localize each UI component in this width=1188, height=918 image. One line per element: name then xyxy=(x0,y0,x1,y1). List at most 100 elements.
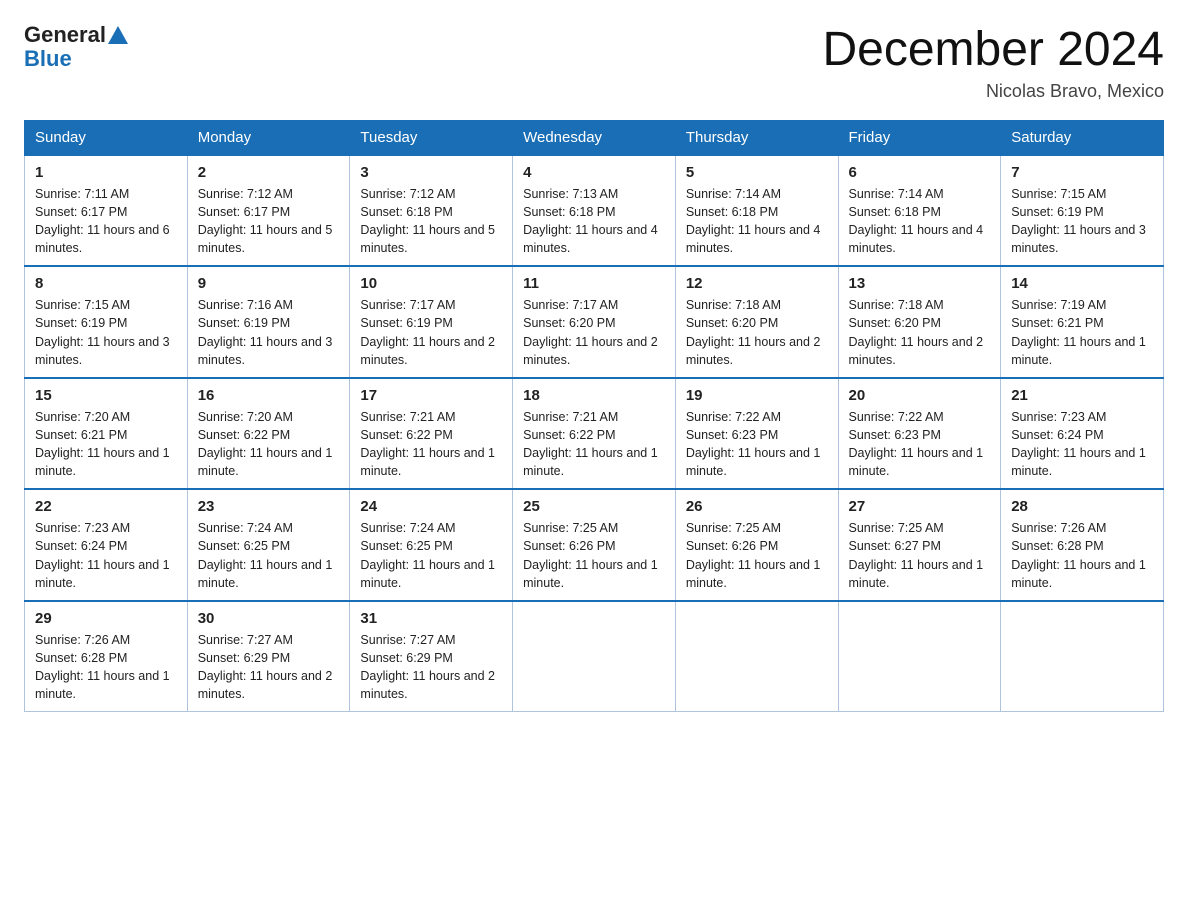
calendar-cell: 27 Sunrise: 7:25 AMSunset: 6:27 PMDaylig… xyxy=(838,489,1001,601)
day-number: 3 xyxy=(360,164,502,181)
day-number: 30 xyxy=(198,610,340,627)
day-info: Sunrise: 7:21 AMSunset: 6:22 PMDaylight:… xyxy=(523,410,658,478)
day-number: 16 xyxy=(198,387,340,404)
day-number: 25 xyxy=(523,498,665,515)
day-number: 28 xyxy=(1011,498,1153,515)
calendar-cell: 18 Sunrise: 7:21 AMSunset: 6:22 PMDaylig… xyxy=(513,378,676,490)
calendar-cell: 9 Sunrise: 7:16 AMSunset: 6:19 PMDayligh… xyxy=(187,266,350,378)
calendar-cell: 4 Sunrise: 7:13 AMSunset: 6:18 PMDayligh… xyxy=(513,155,676,267)
calendar-cell: 12 Sunrise: 7:18 AMSunset: 6:20 PMDaylig… xyxy=(675,266,838,378)
calendar-week-row: 29 Sunrise: 7:26 AMSunset: 6:28 PMDaylig… xyxy=(25,601,1164,712)
calendar-cell: 26 Sunrise: 7:25 AMSunset: 6:26 PMDaylig… xyxy=(675,489,838,601)
day-number: 5 xyxy=(686,164,828,181)
day-info: Sunrise: 7:18 AMSunset: 6:20 PMDaylight:… xyxy=(686,298,821,366)
col-thursday: Thursday xyxy=(675,120,838,155)
calendar-cell: 28 Sunrise: 7:26 AMSunset: 6:28 PMDaylig… xyxy=(1001,489,1164,601)
day-info: Sunrise: 7:17 AMSunset: 6:20 PMDaylight:… xyxy=(523,298,658,366)
day-number: 13 xyxy=(849,275,991,292)
day-info: Sunrise: 7:19 AMSunset: 6:21 PMDaylight:… xyxy=(1011,298,1146,366)
day-info: Sunrise: 7:23 AMSunset: 6:24 PMDaylight:… xyxy=(1011,410,1146,478)
calendar-cell: 15 Sunrise: 7:20 AMSunset: 6:21 PMDaylig… xyxy=(25,378,188,490)
day-info: Sunrise: 7:15 AMSunset: 6:19 PMDaylight:… xyxy=(1011,187,1146,255)
calendar-cell: 22 Sunrise: 7:23 AMSunset: 6:24 PMDaylig… xyxy=(25,489,188,601)
calendar-week-row: 8 Sunrise: 7:15 AMSunset: 6:19 PMDayligh… xyxy=(25,266,1164,378)
logo-triangle-icon xyxy=(108,26,128,44)
calendar-header-row: Sunday Monday Tuesday Wednesday Thursday… xyxy=(25,120,1164,155)
col-wednesday: Wednesday xyxy=(513,120,676,155)
col-friday: Friday xyxy=(838,120,1001,155)
calendar-cell: 13 Sunrise: 7:18 AMSunset: 6:20 PMDaylig… xyxy=(838,266,1001,378)
page-header: General Blue December 2024 Nicolas Bravo… xyxy=(24,24,1164,102)
day-info: Sunrise: 7:24 AMSunset: 6:25 PMDaylight:… xyxy=(198,521,333,589)
day-number: 18 xyxy=(523,387,665,404)
col-monday: Monday xyxy=(187,120,350,155)
day-info: Sunrise: 7:27 AMSunset: 6:29 PMDaylight:… xyxy=(198,633,333,701)
day-info: Sunrise: 7:14 AMSunset: 6:18 PMDaylight:… xyxy=(686,187,821,255)
calendar-cell: 14 Sunrise: 7:19 AMSunset: 6:21 PMDaylig… xyxy=(1001,266,1164,378)
calendar-cell: 31 Sunrise: 7:27 AMSunset: 6:29 PMDaylig… xyxy=(350,601,513,712)
logo-general-text: General xyxy=(24,24,106,46)
calendar-table: Sunday Monday Tuesday Wednesday Thursday… xyxy=(24,120,1164,713)
calendar-cell: 25 Sunrise: 7:25 AMSunset: 6:26 PMDaylig… xyxy=(513,489,676,601)
title-block: December 2024 Nicolas Bravo, Mexico xyxy=(822,24,1164,102)
day-info: Sunrise: 7:20 AMSunset: 6:22 PMDaylight:… xyxy=(198,410,333,478)
calendar-cell xyxy=(675,601,838,712)
day-number: 12 xyxy=(686,275,828,292)
day-number: 2 xyxy=(198,164,340,181)
day-info: Sunrise: 7:27 AMSunset: 6:29 PMDaylight:… xyxy=(360,633,495,701)
logo-blue-text: Blue xyxy=(24,46,72,71)
day-number: 8 xyxy=(35,275,177,292)
calendar-cell: 10 Sunrise: 7:17 AMSunset: 6:19 PMDaylig… xyxy=(350,266,513,378)
day-number: 1 xyxy=(35,164,177,181)
calendar-cell: 24 Sunrise: 7:24 AMSunset: 6:25 PMDaylig… xyxy=(350,489,513,601)
day-info: Sunrise: 7:26 AMSunset: 6:28 PMDaylight:… xyxy=(1011,521,1146,589)
day-info: Sunrise: 7:26 AMSunset: 6:28 PMDaylight:… xyxy=(35,633,170,701)
day-number: 7 xyxy=(1011,164,1153,181)
calendar-cell: 8 Sunrise: 7:15 AMSunset: 6:19 PMDayligh… xyxy=(25,266,188,378)
calendar-cell: 5 Sunrise: 7:14 AMSunset: 6:18 PMDayligh… xyxy=(675,155,838,267)
day-number: 29 xyxy=(35,610,177,627)
day-info: Sunrise: 7:18 AMSunset: 6:20 PMDaylight:… xyxy=(849,298,984,366)
day-number: 24 xyxy=(360,498,502,515)
calendar-cell: 21 Sunrise: 7:23 AMSunset: 6:24 PMDaylig… xyxy=(1001,378,1164,490)
col-saturday: Saturday xyxy=(1001,120,1164,155)
day-info: Sunrise: 7:11 AMSunset: 6:17 PMDaylight:… xyxy=(35,187,170,255)
day-info: Sunrise: 7:12 AMSunset: 6:17 PMDaylight:… xyxy=(198,187,333,255)
day-number: 21 xyxy=(1011,387,1153,404)
calendar-cell: 16 Sunrise: 7:20 AMSunset: 6:22 PMDaylig… xyxy=(187,378,350,490)
calendar-cell: 30 Sunrise: 7:27 AMSunset: 6:29 PMDaylig… xyxy=(187,601,350,712)
day-info: Sunrise: 7:23 AMSunset: 6:24 PMDaylight:… xyxy=(35,521,170,589)
day-number: 19 xyxy=(686,387,828,404)
day-number: 20 xyxy=(849,387,991,404)
day-info: Sunrise: 7:25 AMSunset: 6:27 PMDaylight:… xyxy=(849,521,984,589)
day-number: 6 xyxy=(849,164,991,181)
day-info: Sunrise: 7:12 AMSunset: 6:18 PMDaylight:… xyxy=(360,187,495,255)
day-number: 11 xyxy=(523,275,665,292)
calendar-week-row: 1 Sunrise: 7:11 AMSunset: 6:17 PMDayligh… xyxy=(25,155,1164,267)
calendar-cell: 3 Sunrise: 7:12 AMSunset: 6:18 PMDayligh… xyxy=(350,155,513,267)
calendar-week-row: 15 Sunrise: 7:20 AMSunset: 6:21 PMDaylig… xyxy=(25,378,1164,490)
day-info: Sunrise: 7:22 AMSunset: 6:23 PMDaylight:… xyxy=(849,410,984,478)
day-number: 27 xyxy=(849,498,991,515)
month-title: December 2024 xyxy=(822,24,1164,77)
calendar-cell: 1 Sunrise: 7:11 AMSunset: 6:17 PMDayligh… xyxy=(25,155,188,267)
day-number: 15 xyxy=(35,387,177,404)
calendar-cell: 11 Sunrise: 7:17 AMSunset: 6:20 PMDaylig… xyxy=(513,266,676,378)
day-info: Sunrise: 7:15 AMSunset: 6:19 PMDaylight:… xyxy=(35,298,170,366)
calendar-week-row: 22 Sunrise: 7:23 AMSunset: 6:24 PMDaylig… xyxy=(25,489,1164,601)
day-info: Sunrise: 7:17 AMSunset: 6:19 PMDaylight:… xyxy=(360,298,495,366)
day-info: Sunrise: 7:20 AMSunset: 6:21 PMDaylight:… xyxy=(35,410,170,478)
day-number: 23 xyxy=(198,498,340,515)
calendar-cell: 29 Sunrise: 7:26 AMSunset: 6:28 PMDaylig… xyxy=(25,601,188,712)
day-info: Sunrise: 7:14 AMSunset: 6:18 PMDaylight:… xyxy=(849,187,984,255)
day-info: Sunrise: 7:21 AMSunset: 6:22 PMDaylight:… xyxy=(360,410,495,478)
calendar-cell: 20 Sunrise: 7:22 AMSunset: 6:23 PMDaylig… xyxy=(838,378,1001,490)
day-info: Sunrise: 7:25 AMSunset: 6:26 PMDaylight:… xyxy=(523,521,658,589)
day-number: 26 xyxy=(686,498,828,515)
day-info: Sunrise: 7:13 AMSunset: 6:18 PMDaylight:… xyxy=(523,187,658,255)
day-number: 14 xyxy=(1011,275,1153,292)
day-info: Sunrise: 7:24 AMSunset: 6:25 PMDaylight:… xyxy=(360,521,495,589)
calendar-cell: 7 Sunrise: 7:15 AMSunset: 6:19 PMDayligh… xyxy=(1001,155,1164,267)
day-info: Sunrise: 7:22 AMSunset: 6:23 PMDaylight:… xyxy=(686,410,821,478)
calendar-cell: 2 Sunrise: 7:12 AMSunset: 6:17 PMDayligh… xyxy=(187,155,350,267)
